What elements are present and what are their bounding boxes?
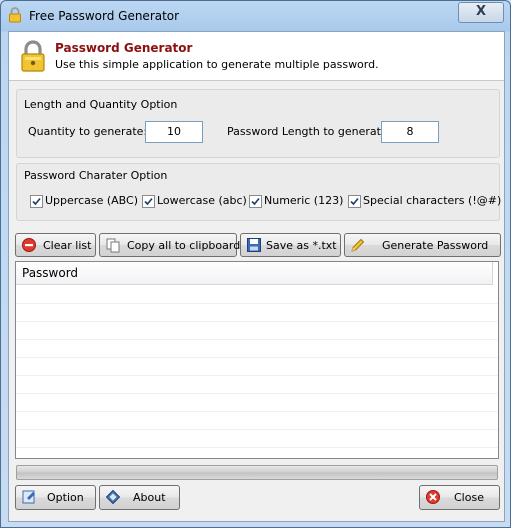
- checkmark-icon: [144, 197, 153, 206]
- floppy-disk-icon: [247, 238, 261, 252]
- close-button[interactable]: Close: [419, 485, 500, 510]
- checkbox-label: Special characters (!@#): [363, 194, 502, 207]
- diamond-icon: [105, 489, 121, 505]
- length-label: Password Length to generate:: [227, 125, 392, 138]
- option-label: Option: [47, 491, 84, 504]
- checkmark-icon: [251, 197, 260, 206]
- quantity-label: Quantity to generate:: [28, 125, 148, 138]
- length-input[interactable]: 8: [381, 121, 439, 143]
- lock-icon: [9, 7, 21, 23]
- list-row: [16, 375, 498, 394]
- checkmark-icon: [32, 197, 41, 206]
- quantity-input[interactable]: 10: [145, 121, 203, 143]
- generate-password-button[interactable]: Generate Password: [344, 233, 501, 257]
- close-label: Close: [454, 491, 484, 504]
- checkbox-label: Numeric (123): [264, 194, 344, 207]
- padlock-icon: [21, 40, 45, 72]
- clear-list-button[interactable]: Clear list: [15, 233, 96, 257]
- checkbox-box[interactable]: [348, 195, 361, 208]
- generate-password-label: Generate Password: [382, 239, 489, 252]
- app-window: Free Password Generator X Password Gener…: [0, 0, 511, 528]
- about-button[interactable]: About: [99, 485, 180, 510]
- character-option-group: Password Charater Option Uppercase (ABC)…: [16, 163, 502, 221]
- save-txt-button[interactable]: Save as *.txt: [240, 233, 341, 257]
- close-icon: [426, 490, 440, 504]
- checkbox-box[interactable]: [249, 195, 262, 208]
- list-row: [16, 393, 498, 412]
- window-close-button[interactable]: X: [458, 2, 504, 23]
- checkbox-box[interactable]: [30, 195, 43, 208]
- list-row: [16, 429, 498, 448]
- column-header-label: Password: [22, 266, 79, 280]
- option-button[interactable]: Option: [15, 485, 96, 510]
- about-label: About: [133, 491, 166, 504]
- window-title: Free Password Generator: [29, 9, 180, 23]
- list-row: [16, 321, 498, 340]
- list-row: [16, 285, 498, 304]
- progress-bar: [16, 465, 498, 480]
- list-row: [16, 303, 498, 322]
- password-list[interactable]: Password: [15, 261, 499, 459]
- title-bar[interactable]: Free Password Generator X: [1, 1, 510, 31]
- save-txt-label: Save as *.txt: [266, 239, 337, 252]
- header-subtitle: Use this simple application to generate …: [55, 58, 379, 71]
- no-entry-icon: [22, 238, 36, 252]
- group-title: Length and Quantity Option: [24, 98, 178, 111]
- checkbox-label: Uppercase (ABC): [45, 194, 138, 207]
- list-row: [16, 357, 498, 376]
- list-row: [16, 339, 498, 358]
- list-row: [16, 411, 498, 430]
- settings-icon: [22, 490, 35, 504]
- group-title: Password Charater Option: [24, 169, 168, 182]
- copy-icon: [106, 238, 120, 253]
- pencil-icon: [351, 238, 365, 252]
- clear-list-label: Clear list: [43, 239, 92, 252]
- copy-clipboard-button[interactable]: Copy all to clipboard: [99, 233, 241, 257]
- app-header: Password Generator Use this simple appli…: [9, 32, 504, 81]
- header-title: Password Generator: [55, 41, 193, 55]
- checkbox-box[interactable]: [142, 195, 155, 208]
- length-quantity-group: Length and Quantity Option Quantity to g…: [16, 89, 500, 158]
- checkbox-label: Lowercase (abc): [157, 194, 247, 207]
- password-column-header[interactable]: Password: [16, 262, 493, 285]
- copy-clipboard-label: Copy all to clipboard: [127, 239, 241, 252]
- client-area: Password Generator Use this simple appli…: [8, 31, 505, 522]
- checkmark-icon: [350, 197, 359, 206]
